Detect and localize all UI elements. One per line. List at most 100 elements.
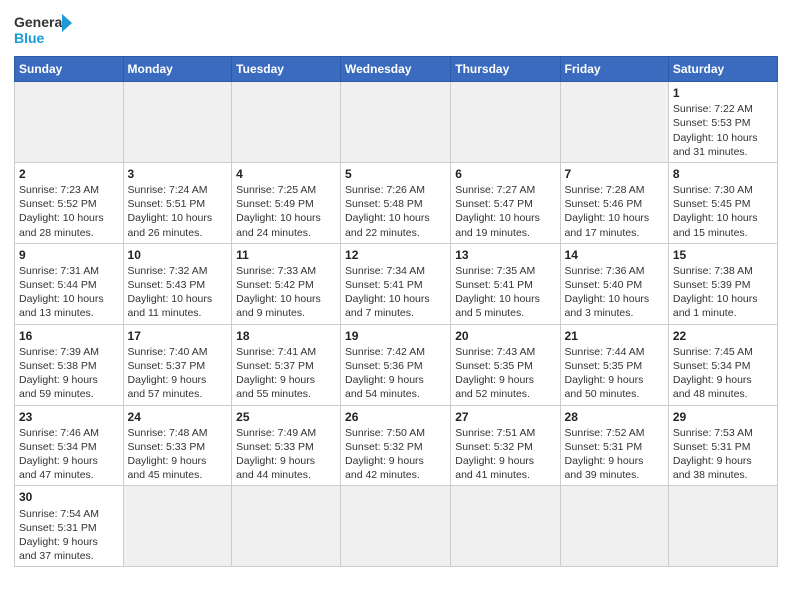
day-info: Sunrise: 7:32 AM Sunset: 5:43 PM Dayligh… [128, 265, 213, 320]
day-number: 2 [19, 166, 119, 182]
header: GeneralBlue [14, 10, 778, 50]
calendar-week-3: 16Sunrise: 7:39 AM Sunset: 5:38 PM Dayli… [15, 324, 778, 405]
day-info: Sunrise: 7:41 AM Sunset: 5:37 PM Dayligh… [236, 346, 316, 401]
day-number: 8 [673, 166, 773, 182]
calendar-table: SundayMondayTuesdayWednesdayThursdayFrid… [14, 56, 778, 567]
page: GeneralBlue SundayMondayTuesdayWednesday… [0, 0, 792, 612]
day-number: 11 [236, 247, 336, 263]
day-number: 28 [565, 409, 664, 425]
day-info: Sunrise: 7:45 AM Sunset: 5:34 PM Dayligh… [673, 346, 753, 401]
day-number: 18 [236, 328, 336, 344]
day-number: 23 [19, 409, 119, 425]
day-info: Sunrise: 7:22 AM Sunset: 5:53 PM Dayligh… [673, 103, 758, 158]
logo: GeneralBlue [14, 10, 74, 50]
day-number: 10 [128, 247, 228, 263]
calendar-cell [123, 486, 232, 567]
logo-svg: GeneralBlue [14, 10, 74, 50]
day-info: Sunrise: 7:24 AM Sunset: 5:51 PM Dayligh… [128, 184, 213, 239]
calendar-header-saturday: Saturday [668, 57, 777, 82]
calendar-cell [15, 82, 124, 163]
calendar-cell: 15Sunrise: 7:38 AM Sunset: 5:39 PM Dayli… [668, 243, 777, 324]
day-info: Sunrise: 7:43 AM Sunset: 5:35 PM Dayligh… [455, 346, 535, 401]
day-number: 3 [128, 166, 228, 182]
day-number: 21 [565, 328, 664, 344]
day-number: 4 [236, 166, 336, 182]
day-number: 17 [128, 328, 228, 344]
day-info: Sunrise: 7:54 AM Sunset: 5:31 PM Dayligh… [19, 508, 99, 563]
calendar-cell: 8Sunrise: 7:30 AM Sunset: 5:45 PM Daylig… [668, 162, 777, 243]
calendar-header-friday: Friday [560, 57, 668, 82]
day-info: Sunrise: 7:23 AM Sunset: 5:52 PM Dayligh… [19, 184, 104, 239]
calendar-cell: 5 Sunrise: 7:26 AM Sunset: 5:48 PM Daylig… [341, 162, 451, 243]
calendar-cell: 3 Sunrise: 7:24 AM Sunset: 5:51 PM Daylig… [123, 162, 232, 243]
calendar-cell: 25 Sunrise: 7:49 AM Sunset: 5:33 PM Dayli… [232, 405, 341, 486]
day-info: Sunrise: 7:28 AM Sunset: 5:46 PM Dayligh… [565, 184, 650, 239]
day-info: Sunrise: 7:39 AM Sunset: 5:38 PM Dayligh… [19, 346, 99, 401]
calendar-cell: 21 Sunrise: 7:44 AM Sunset: 5:35 PM Dayli… [560, 324, 668, 405]
day-number: 1 [673, 85, 773, 101]
day-number: 19 [345, 328, 446, 344]
calendar-cell: 13 Sunrise: 7:35 AM Sunset: 5:41 PM Dayli… [451, 243, 560, 324]
calendar-cell: 24 Sunrise: 7:48 AM Sunset: 5:33 PM Dayli… [123, 405, 232, 486]
day-info: Sunrise: 7:34 AM Sunset: 5:41 PM Dayligh… [345, 265, 430, 320]
calendar-cell: 22Sunrise: 7:45 AM Sunset: 5:34 PM Dayli… [668, 324, 777, 405]
calendar-week-5: 30 Sunrise: 7:54 AM Sunset: 5:31 PM Dayli… [15, 486, 778, 567]
calendar-cell [123, 82, 232, 163]
day-info: Sunrise: 7:50 AM Sunset: 5:32 PM Dayligh… [345, 427, 425, 482]
day-info: Sunrise: 7:42 AM Sunset: 5:36 PM Dayligh… [345, 346, 425, 401]
day-info: Sunrise: 7:31 AM Sunset: 5:44 PM Dayligh… [19, 265, 104, 320]
day-number: 6 [455, 166, 555, 182]
calendar-cell: 1 Sunrise: 7:22 AM Sunset: 5:53 PM Daylig… [668, 82, 777, 163]
calendar-cell [341, 82, 451, 163]
day-number: 20 [455, 328, 555, 344]
calendar-header-monday: Monday [123, 57, 232, 82]
calendar-header-sunday: Sunday [15, 57, 124, 82]
day-number: 25 [236, 409, 336, 425]
day-number: 5 [345, 166, 446, 182]
calendar-cell [560, 486, 668, 567]
calendar-cell: 6 Sunrise: 7:27 AM Sunset: 5:47 PM Daylig… [451, 162, 560, 243]
calendar-header-row: SundayMondayTuesdayWednesdayThursdayFrid… [15, 57, 778, 82]
day-number: 26 [345, 409, 446, 425]
calendar-week-0: 1 Sunrise: 7:22 AM Sunset: 5:53 PM Daylig… [15, 82, 778, 163]
calendar-cell [560, 82, 668, 163]
calendar-cell: 18 Sunrise: 7:41 AM Sunset: 5:37 PM Dayli… [232, 324, 341, 405]
day-number: 29 [673, 409, 773, 425]
day-info: Sunrise: 7:53 AM Sunset: 5:31 PM Dayligh… [673, 427, 753, 482]
day-number: 30 [19, 489, 119, 505]
day-number: 24 [128, 409, 228, 425]
day-number: 27 [455, 409, 555, 425]
day-info: Sunrise: 7:40 AM Sunset: 5:37 PM Dayligh… [128, 346, 208, 401]
day-number: 9 [19, 247, 119, 263]
svg-text:General: General [14, 14, 66, 30]
calendar-cell: 10 Sunrise: 7:32 AM Sunset: 5:43 PM Dayli… [123, 243, 232, 324]
calendar-cell [668, 486, 777, 567]
calendar-cell: 11 Sunrise: 7:33 AM Sunset: 5:42 PM Dayli… [232, 243, 341, 324]
day-info: Sunrise: 7:27 AM Sunset: 5:47 PM Dayligh… [455, 184, 540, 239]
calendar-cell [451, 486, 560, 567]
calendar-cell: 7Sunrise: 7:28 AM Sunset: 5:46 PM Daylig… [560, 162, 668, 243]
day-info: Sunrise: 7:49 AM Sunset: 5:33 PM Dayligh… [236, 427, 316, 482]
calendar-cell: 16Sunrise: 7:39 AM Sunset: 5:38 PM Dayli… [15, 324, 124, 405]
calendar-cell: 23 Sunrise: 7:46 AM Sunset: 5:34 PM Dayli… [15, 405, 124, 486]
day-number: 12 [345, 247, 446, 263]
day-number: 13 [455, 247, 555, 263]
day-info: Sunrise: 7:38 AM Sunset: 5:39 PM Dayligh… [673, 265, 758, 320]
day-info: Sunrise: 7:46 AM Sunset: 5:34 PM Dayligh… [19, 427, 99, 482]
day-info: Sunrise: 7:33 AM Sunset: 5:42 PM Dayligh… [236, 265, 321, 320]
calendar-cell [232, 82, 341, 163]
day-info: Sunrise: 7:35 AM Sunset: 5:41 PM Dayligh… [455, 265, 540, 320]
calendar-cell: 9 Sunrise: 7:31 AM Sunset: 5:44 PM Daylig… [15, 243, 124, 324]
calendar-header-thursday: Thursday [451, 57, 560, 82]
calendar-cell: 30 Sunrise: 7:54 AM Sunset: 5:31 PM Dayli… [15, 486, 124, 567]
svg-text:Blue: Blue [14, 30, 45, 46]
day-info: Sunrise: 7:48 AM Sunset: 5:33 PM Dayligh… [128, 427, 208, 482]
day-info: Sunrise: 7:44 AM Sunset: 5:35 PM Dayligh… [565, 346, 645, 401]
calendar-cell: 26 Sunrise: 7:50 AM Sunset: 5:32 PM Dayli… [341, 405, 451, 486]
day-info: Sunrise: 7:26 AM Sunset: 5:48 PM Dayligh… [345, 184, 430, 239]
calendar-week-2: 9 Sunrise: 7:31 AM Sunset: 5:44 PM Daylig… [15, 243, 778, 324]
calendar-cell: 27Sunrise: 7:51 AM Sunset: 5:32 PM Dayli… [451, 405, 560, 486]
calendar-cell [451, 82, 560, 163]
calendar-cell: 2 Sunrise: 7:23 AM Sunset: 5:52 PM Daylig… [15, 162, 124, 243]
calendar-header-tuesday: Tuesday [232, 57, 341, 82]
